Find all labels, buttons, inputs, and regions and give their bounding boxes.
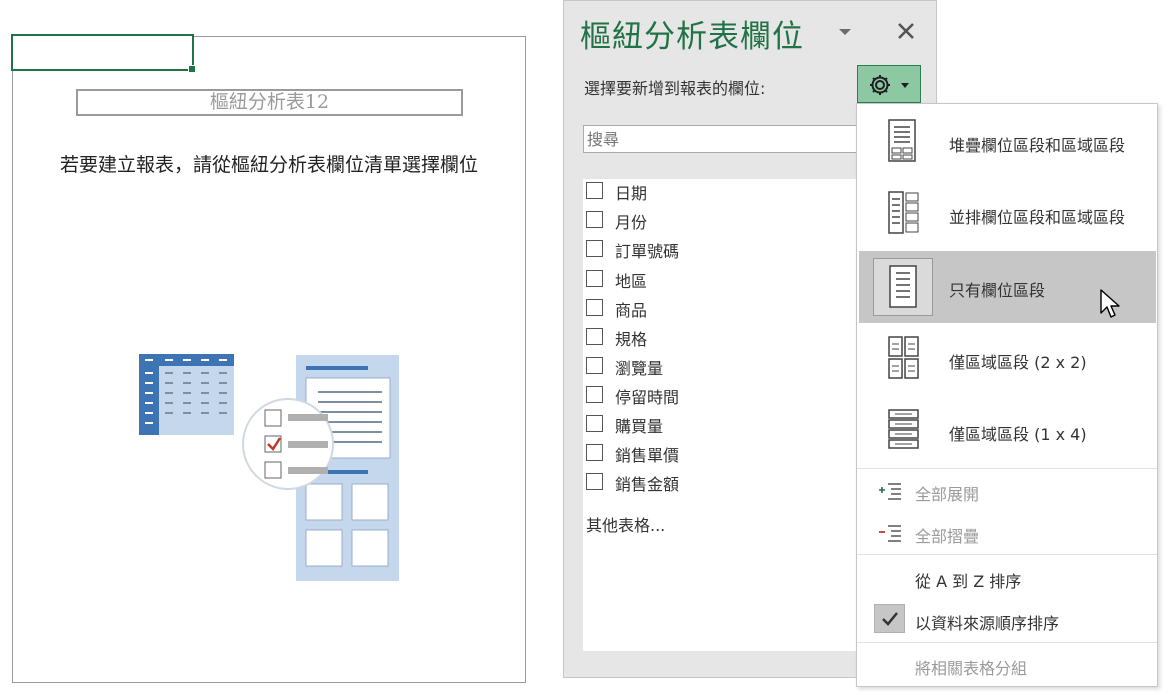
layout-side-by-side-item[interactable]: 並排欄位區段和區域區段: [859, 178, 1156, 250]
fill-handle[interactable]: [188, 65, 196, 73]
field-checkbox[interactable]: [586, 240, 603, 257]
field-checkbox[interactable]: [586, 386, 603, 403]
tools-button[interactable]: [857, 65, 921, 103]
areas-2x2-layout-icon: [888, 336, 919, 379]
field-label: 銷售單價: [615, 446, 680, 465]
checked-box: [874, 604, 905, 633]
layout-stacked-item[interactable]: 堆疊欄位區段和區域區段: [859, 106, 1156, 178]
collapse-all-item[interactable]: 全部摺疊: [859, 514, 1156, 550]
active-cell[interactable]: [11, 34, 196, 73]
layout-label: 堆疊欄位區段和區域區段: [949, 136, 1126, 155]
stacked-layout-icon: [888, 119, 916, 162]
pane-subtitle: 選擇要新增到報表的欄位:: [584, 79, 766, 98]
layout-areas-2x2-item[interactable]: 僅區域區段 (2 x 2): [859, 323, 1156, 395]
field-label: 停留時間: [615, 388, 680, 407]
sort-a-to-z-label: 從 A 到 Z 排序: [915, 572, 1022, 591]
layout-areas-1x4-item[interactable]: 僅區域區段 (1 x 4): [859, 395, 1156, 467]
field-checkbox[interactable]: [586, 299, 603, 316]
group-related-tables-item[interactable]: 將相關表格分組: [859, 646, 1156, 682]
pane-title: 樞紐分析表欄位: [580, 19, 804, 55]
close-icon[interactable]: [894, 19, 918, 43]
field-label: 購買量: [615, 417, 664, 436]
expand-all-label: 全部展開: [915, 485, 980, 504]
side-by-side-layout-icon: [888, 191, 919, 234]
field-label: 訂單號碼: [615, 242, 680, 261]
menu-separator: [857, 468, 1157, 469]
field-checkbox[interactable]: [586, 328, 603, 345]
sort-a-to-z-item[interactable]: 從 A 到 Z 排序: [859, 559, 1156, 595]
pane-options-chevron-icon[interactable]: [836, 23, 854, 41]
field-label: 規格: [615, 330, 648, 349]
field-label: 月份: [615, 213, 648, 232]
field-checkbox[interactable]: [586, 357, 603, 374]
menu-separator: [857, 554, 1157, 555]
gear-icon: [870, 75, 909, 95]
expand-all-icon: [879, 483, 901, 500]
sort-data-source-order-label: 以資料來源順序排序: [915, 614, 1060, 633]
layout-label: 僅區域區段 (1 x 4): [949, 425, 1087, 444]
field-label: 商品: [615, 301, 648, 320]
checkmark-icon: [882, 612, 898, 626]
fields-only-layout-icon: [889, 265, 917, 308]
menu-separator: [857, 642, 1157, 643]
field-list: 日期 月份 訂單號碼 地區 商品 規格 瀏覽量 停留時間 購買量 銷售單價 銷售…: [583, 179, 883, 651]
mouse-cursor-icon: [1100, 289, 1120, 318]
tools-menu: 堆疊欄位區段和區域區段 並排欄位區段和區域區段 只有欄位區段 僅區域區段 (2 …: [856, 103, 1158, 687]
layout-label: 只有欄位區段: [949, 281, 1046, 300]
collapse-all-icon: [879, 525, 901, 542]
field-label: 銷售金額: [615, 475, 680, 494]
layout-label: 僅區域區段 (2 x 2): [949, 353, 1087, 372]
search-input[interactable]: [583, 125, 883, 153]
field-checkbox[interactable]: [586, 211, 603, 228]
collapse-all-label: 全部摺疊: [915, 527, 980, 546]
more-tables-link[interactable]: 其他表格...: [586, 512, 665, 536]
pivot-instruction-text: 若要建立報表，請從樞紐分析表欄位清單選擇欄位: [59, 154, 478, 176]
field-label: 日期: [615, 184, 648, 203]
field-label: 瀏覽量: [615, 359, 664, 378]
areas-1x4-layout-icon: [888, 409, 919, 449]
pivot-illustration: [139, 354, 399, 581]
field-checkbox[interactable]: [586, 415, 603, 432]
field-checkbox[interactable]: [586, 444, 603, 461]
layout-label: 並排欄位區段和區域區段: [949, 208, 1126, 227]
field-checkbox[interactable]: [586, 270, 603, 287]
sort-data-source-order-item[interactable]: 以資料來源順序排序: [859, 601, 1156, 637]
expand-all-item[interactable]: 全部展開: [859, 472, 1156, 508]
field-label: 地區: [615, 272, 648, 291]
field-checkbox[interactable]: [586, 473, 603, 490]
pivot-table-name: 樞紐分析表12: [76, 89, 463, 116]
group-related-tables-label: 將相關表格分組: [915, 659, 1028, 678]
field-checkbox[interactable]: [586, 182, 603, 199]
